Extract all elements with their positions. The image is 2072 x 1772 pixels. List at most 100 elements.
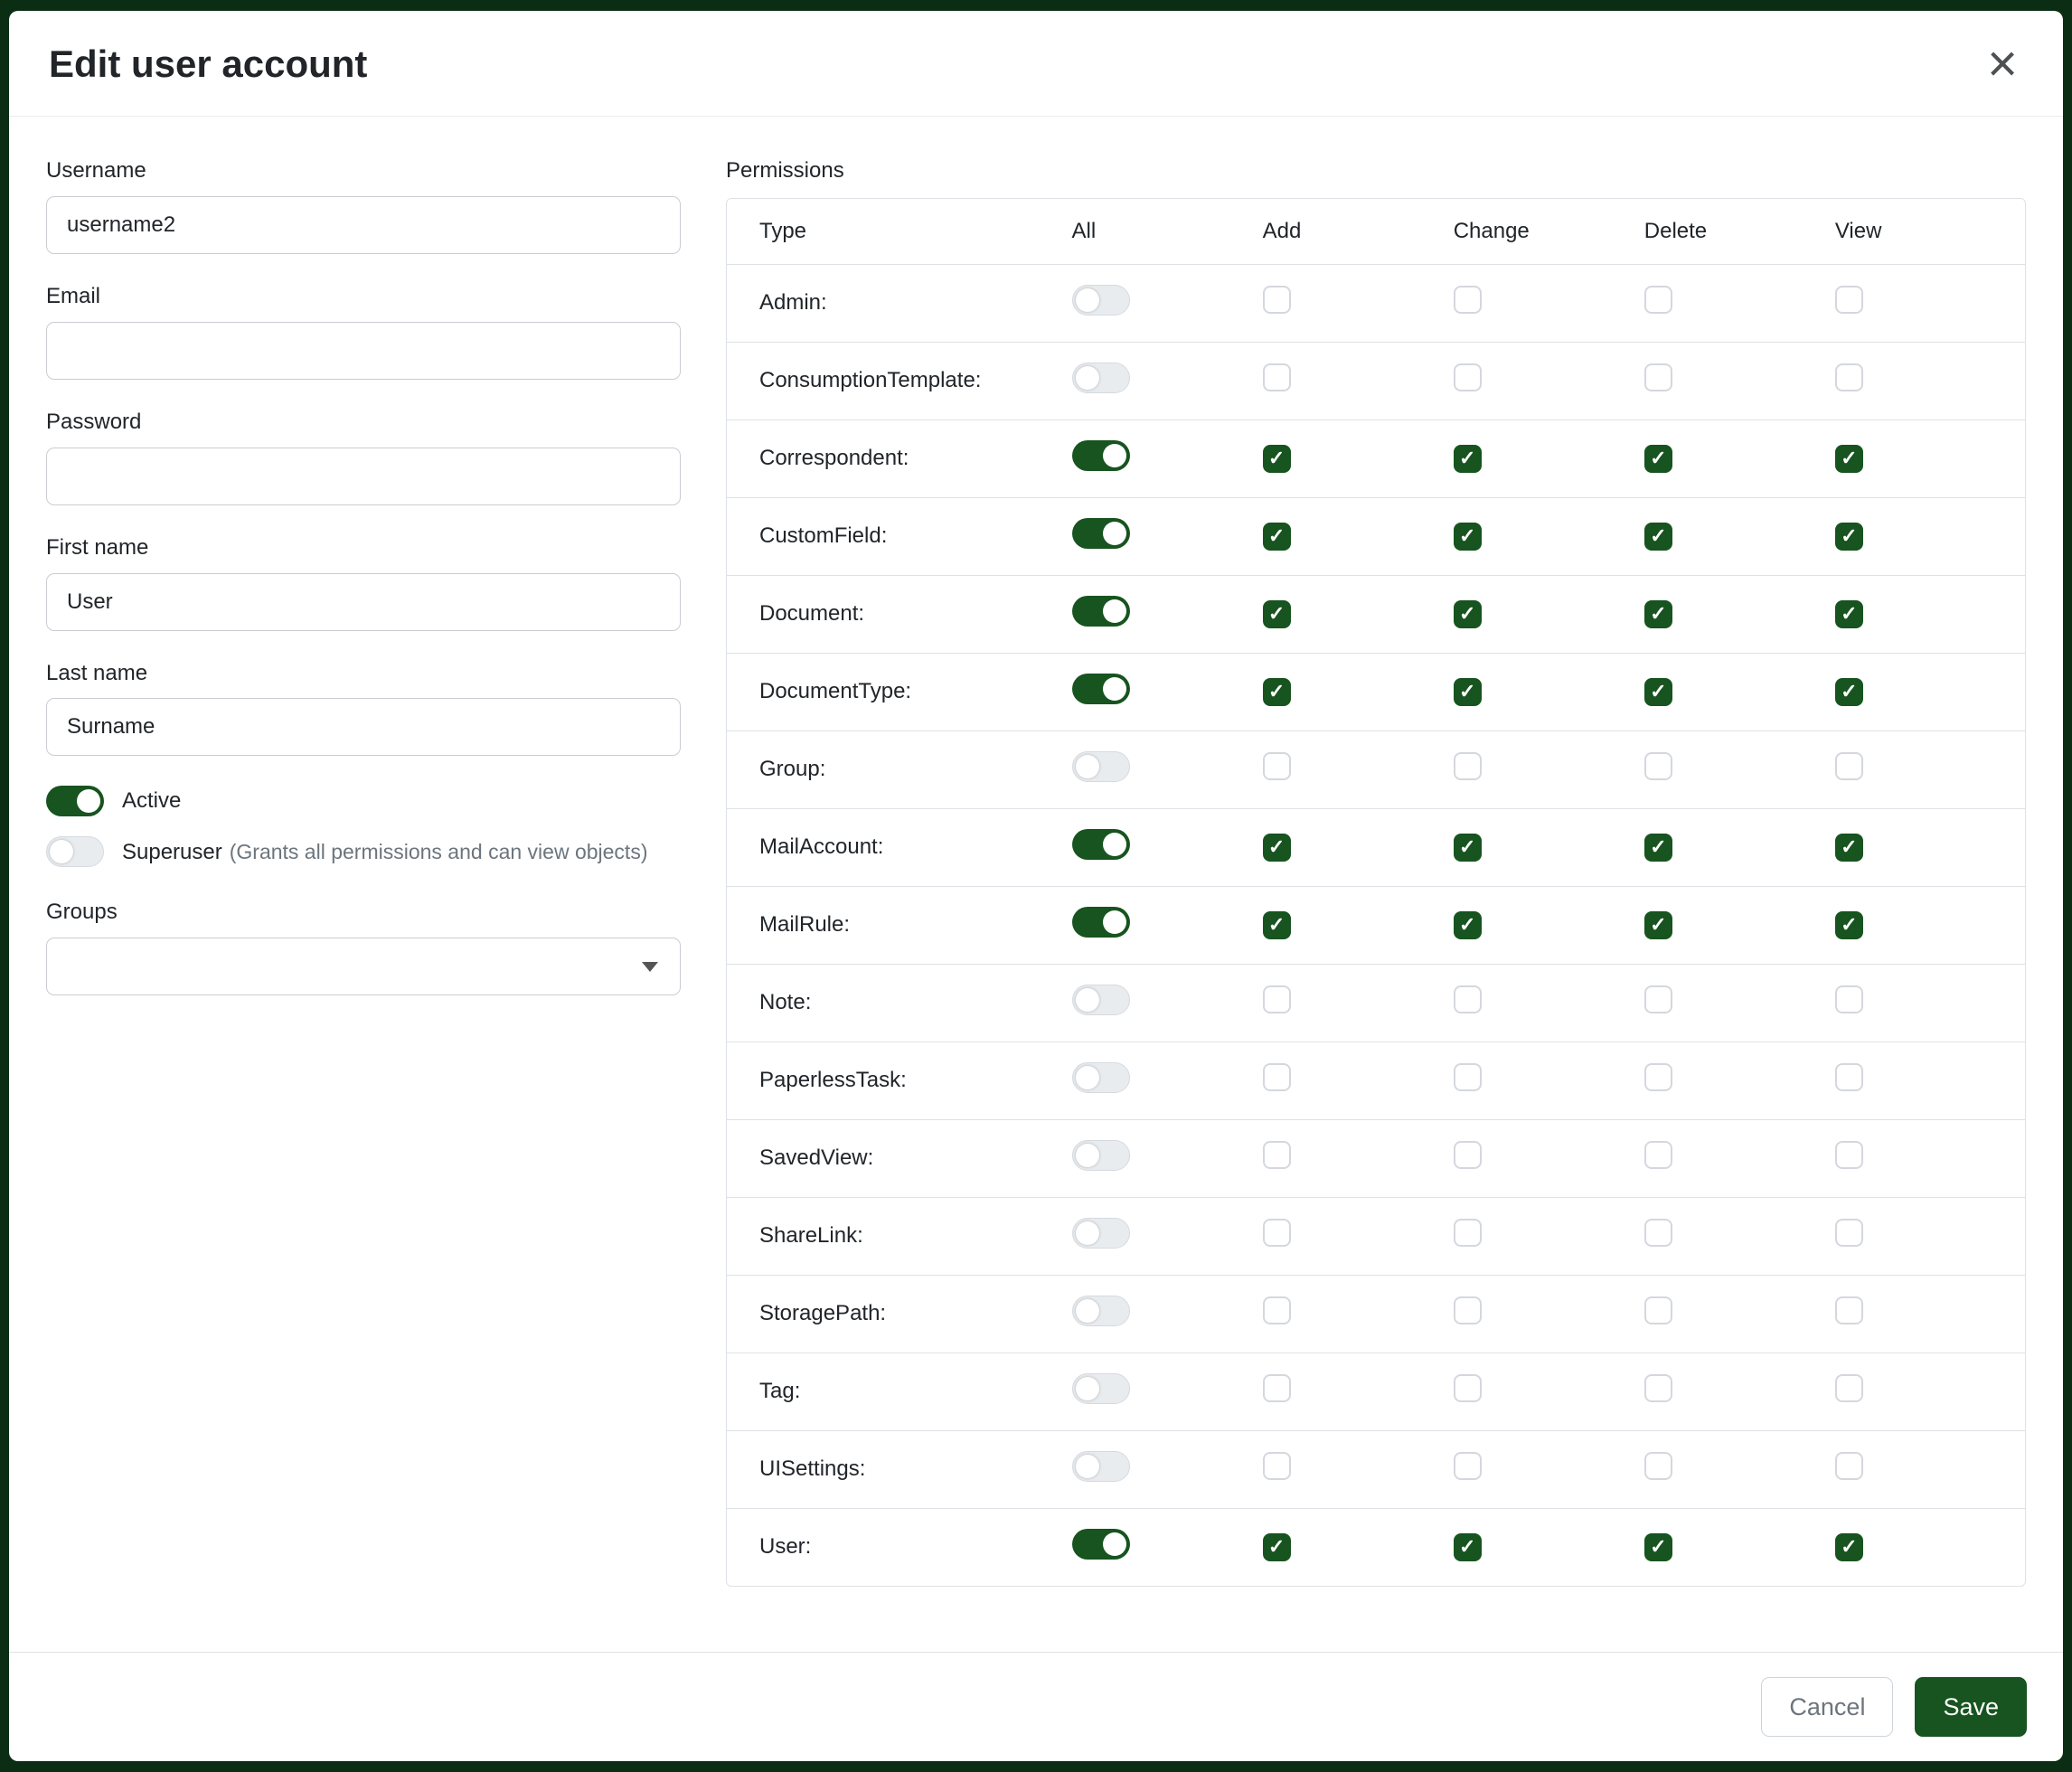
last-name-field[interactable] xyxy=(46,698,681,756)
delete-checkbox[interactable] xyxy=(1644,678,1672,706)
delete-checkbox[interactable] xyxy=(1644,1063,1672,1091)
permission-row: DocumentType: xyxy=(727,653,2025,730)
cancel-button[interactable]: Cancel xyxy=(1761,1677,1893,1737)
view-checkbox[interactable] xyxy=(1835,523,1863,551)
add-checkbox[interactable] xyxy=(1263,1219,1291,1247)
delete-checkbox[interactable] xyxy=(1644,286,1672,314)
add-checkbox[interactable] xyxy=(1263,1452,1291,1480)
add-checkbox[interactable] xyxy=(1263,600,1291,628)
delete-checkbox[interactable] xyxy=(1644,1141,1672,1169)
view-checkbox[interactable] xyxy=(1835,1219,1863,1247)
add-checkbox[interactable] xyxy=(1263,286,1291,314)
all-toggle[interactable] xyxy=(1072,1373,1130,1404)
delete-checkbox[interactable] xyxy=(1644,911,1672,939)
delete-checkbox[interactable] xyxy=(1644,1296,1672,1324)
delete-checkbox[interactable] xyxy=(1644,363,1672,391)
view-checkbox[interactable] xyxy=(1835,600,1863,628)
change-checkbox[interactable] xyxy=(1454,834,1482,862)
view-checkbox[interactable] xyxy=(1835,1296,1863,1324)
password-field[interactable] xyxy=(46,448,681,505)
delete-checkbox[interactable] xyxy=(1644,752,1672,780)
delete-checkbox[interactable] xyxy=(1644,1374,1672,1402)
add-checkbox[interactable] xyxy=(1263,523,1291,551)
first-name-field[interactable] xyxy=(46,573,681,631)
delete-checkbox[interactable] xyxy=(1644,445,1672,473)
change-checkbox[interactable] xyxy=(1454,1374,1482,1402)
delete-checkbox[interactable] xyxy=(1644,523,1672,551)
view-checkbox[interactable] xyxy=(1835,1452,1863,1480)
add-checkbox[interactable] xyxy=(1263,445,1291,473)
all-toggle[interactable] xyxy=(1072,1296,1130,1326)
all-toggle[interactable] xyxy=(1072,985,1130,1015)
superuser-toggle[interactable] xyxy=(46,836,104,867)
all-toggle[interactable] xyxy=(1072,596,1130,627)
add-checkbox[interactable] xyxy=(1263,678,1291,706)
add-checkbox[interactable] xyxy=(1263,752,1291,780)
view-checkbox[interactable] xyxy=(1835,286,1863,314)
change-checkbox[interactable] xyxy=(1454,752,1482,780)
change-checkbox[interactable] xyxy=(1454,678,1482,706)
add-checkbox[interactable] xyxy=(1263,1141,1291,1169)
all-toggle[interactable] xyxy=(1072,907,1130,938)
change-checkbox[interactable] xyxy=(1454,600,1482,628)
delete-checkbox[interactable] xyxy=(1644,1452,1672,1480)
change-checkbox[interactable] xyxy=(1454,1452,1482,1480)
view-checkbox[interactable] xyxy=(1835,911,1863,939)
change-checkbox[interactable] xyxy=(1454,523,1482,551)
username-field[interactable] xyxy=(46,196,681,254)
change-checkbox[interactable] xyxy=(1454,1219,1482,1247)
all-toggle[interactable] xyxy=(1072,1451,1130,1482)
view-checkbox[interactable] xyxy=(1835,1141,1863,1169)
all-toggle[interactable] xyxy=(1072,285,1130,316)
view-checkbox[interactable] xyxy=(1835,678,1863,706)
view-checkbox[interactable] xyxy=(1835,1063,1863,1091)
all-toggle[interactable] xyxy=(1072,1062,1130,1093)
change-checkbox[interactable] xyxy=(1454,1141,1482,1169)
change-checkbox[interactable] xyxy=(1454,445,1482,473)
change-checkbox[interactable] xyxy=(1454,363,1482,391)
all-toggle[interactable] xyxy=(1072,751,1130,782)
view-checkbox[interactable] xyxy=(1835,1533,1863,1561)
change-checkbox[interactable] xyxy=(1454,1533,1482,1561)
active-label: Active xyxy=(122,786,181,815)
delete-checkbox[interactable] xyxy=(1644,600,1672,628)
delete-checkbox[interactable] xyxy=(1644,1219,1672,1247)
all-toggle[interactable] xyxy=(1072,363,1130,393)
change-checkbox[interactable] xyxy=(1454,911,1482,939)
all-toggle[interactable] xyxy=(1072,829,1130,860)
change-checkbox[interactable] xyxy=(1454,1063,1482,1091)
change-checkbox[interactable] xyxy=(1454,1296,1482,1324)
all-toggle[interactable] xyxy=(1072,1218,1130,1249)
view-checkbox[interactable] xyxy=(1835,752,1863,780)
all-toggle[interactable] xyxy=(1072,1140,1130,1171)
delete-checkbox[interactable] xyxy=(1644,985,1672,1013)
add-checkbox[interactable] xyxy=(1263,1374,1291,1402)
superuser-text: Superuser(Grants all permissions and can… xyxy=(122,836,647,867)
groups-select[interactable] xyxy=(46,938,681,995)
delete-checkbox[interactable] xyxy=(1644,1533,1672,1561)
close-icon[interactable]: × xyxy=(1978,34,2027,94)
all-toggle[interactable] xyxy=(1072,518,1130,549)
all-toggle[interactable] xyxy=(1072,1529,1130,1560)
view-checkbox[interactable] xyxy=(1835,834,1863,862)
add-checkbox[interactable] xyxy=(1263,985,1291,1013)
email-field[interactable] xyxy=(46,322,681,380)
add-checkbox[interactable] xyxy=(1263,911,1291,939)
all-toggle[interactable] xyxy=(1072,440,1130,471)
add-checkbox[interactable] xyxy=(1263,834,1291,862)
view-checkbox[interactable] xyxy=(1835,985,1863,1013)
view-checkbox[interactable] xyxy=(1835,1374,1863,1402)
add-checkbox[interactable] xyxy=(1263,1533,1291,1561)
username-group: Username xyxy=(46,158,681,254)
view-checkbox[interactable] xyxy=(1835,363,1863,391)
change-checkbox[interactable] xyxy=(1454,985,1482,1013)
change-checkbox[interactable] xyxy=(1454,286,1482,314)
all-toggle[interactable] xyxy=(1072,674,1130,704)
active-toggle[interactable] xyxy=(46,786,104,816)
view-checkbox[interactable] xyxy=(1835,445,1863,473)
save-button[interactable]: Save xyxy=(1915,1677,2027,1737)
add-checkbox[interactable] xyxy=(1263,1063,1291,1091)
delete-checkbox[interactable] xyxy=(1644,834,1672,862)
add-checkbox[interactable] xyxy=(1263,1296,1291,1324)
add-checkbox[interactable] xyxy=(1263,363,1291,391)
